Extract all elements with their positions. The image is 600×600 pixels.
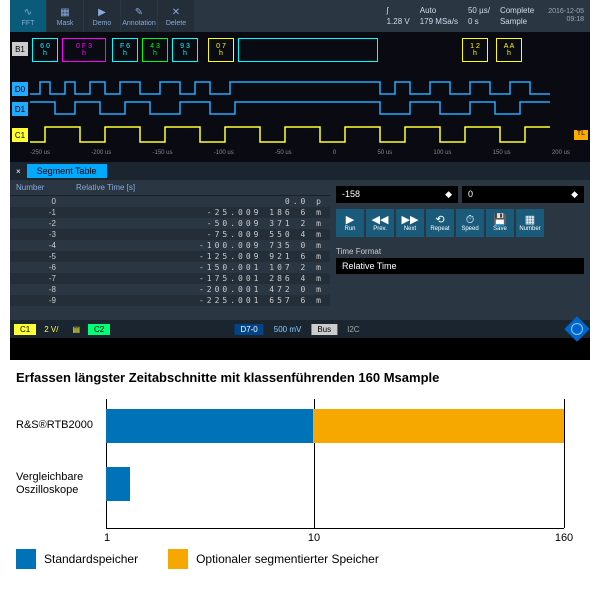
- bus-block: 0 F 3h: [62, 38, 106, 62]
- col-time: Relative Time [s]: [76, 183, 135, 192]
- run-button[interactable]: ▶Run: [336, 209, 364, 237]
- memory-chart: 1 10 160 R&S®RTB2000 Vergleichbare Oszil…: [106, 399, 564, 529]
- segment-close-button[interactable]: ×: [10, 165, 27, 178]
- time-format-label: Time Format: [336, 247, 584, 256]
- bar-label-rtb: R&S®RTB2000: [16, 419, 101, 432]
- chart-legend: Standardspeicher Optionaler segmentierte…: [0, 539, 600, 579]
- segment-header: × Segment Table: [10, 162, 590, 180]
- status-panel: ʃ Auto 50 µs/ Complete 1.28 V 179 MSa/s …: [379, 4, 543, 28]
- table-row[interactable]: -9-225.001 657 6 m: [10, 295, 330, 306]
- bus-block: A Ah: [496, 38, 522, 62]
- table-row[interactable]: -3-75.009 550 4 m: [10, 229, 330, 240]
- status-offset: 0 s: [468, 17, 490, 26]
- ch1-scale[interactable]: 2 V/: [38, 324, 64, 335]
- table-row[interactable]: -4-100.009 735 0 m: [10, 240, 330, 251]
- oscilloscope-screen: ∿FFT ▦Mask ▶Demo ✎Annotation ✕Delete ʃ A…: [10, 0, 590, 360]
- bus-decode-row: 6 0h0 F 3hF 6h4 3h9 3h 0 7h 1 2h A Ah: [30, 36, 570, 66]
- status-acq: Complete: [500, 6, 534, 15]
- status-timebase: 50 µs/: [468, 6, 490, 15]
- d0-label: D0: [12, 82, 28, 96]
- tick-10: 10: [308, 532, 320, 544]
- bus-block: 9 3h: [172, 38, 198, 62]
- fft-icon: ∿: [21, 6, 35, 20]
- bar-comparable: Vergleichbare Oszilloskope: [106, 467, 564, 501]
- ch2-badge[interactable]: C2: [88, 324, 110, 335]
- bus-block: F 6h: [112, 38, 138, 62]
- table-row[interactable]: -8-200.001 472 0 m: [10, 284, 330, 295]
- legend-swatch-orange: [168, 549, 188, 569]
- mask-button[interactable]: ▦Mask: [47, 0, 83, 32]
- segment-table[interactable]: NumberRelative Time [s] 00.0 p-1-25.009 …: [10, 180, 330, 320]
- number-button[interactable]: ▦Number: [516, 209, 544, 237]
- next-button[interactable]: ▶▶Next: [396, 209, 424, 237]
- diamond-icon: ◆: [571, 189, 578, 200]
- datetime-display: 2016-12-0509:18: [542, 6, 590, 27]
- tl-marker: TL: [574, 130, 588, 140]
- legend-segmented: Optionaler segmentierter Speicher: [168, 549, 379, 569]
- status-sample-mode: Sample: [500, 17, 534, 26]
- time-scale: -250 us-200 us-150 us-100 us-50 us050 us…: [30, 150, 570, 160]
- table-row[interactable]: -7-175.001 286 4 m: [10, 273, 330, 284]
- diamond-icon: ◆: [445, 189, 452, 200]
- delete-button[interactable]: ✕Delete: [158, 0, 194, 32]
- bus-block: 4 3h: [142, 38, 168, 62]
- d70-scale: 500 mV: [268, 324, 308, 335]
- status-mode: Auto: [420, 6, 458, 15]
- segment-tab[interactable]: Segment Table: [27, 164, 107, 178]
- delete-icon: ✕: [169, 6, 183, 20]
- legend-swatch-blue: [16, 549, 36, 569]
- bus-block: 0 7h: [208, 38, 234, 62]
- d1-label: D1: [12, 102, 28, 116]
- segment-index-input[interactable]: -158◆: [336, 186, 458, 203]
- speed-button[interactable]: ⏱Speed: [456, 209, 484, 237]
- bottom-bar: C1 2 V/ ▤ C2 D7-0 500 mV Bus I2C: [10, 320, 590, 338]
- save-button[interactable]: 💾Save: [486, 209, 514, 237]
- b1-label: B1: [12, 42, 28, 56]
- time-format-select[interactable]: Relative Time: [336, 258, 584, 274]
- status-coupling: ʃ: [387, 6, 410, 15]
- tick-1: 1: [104, 532, 110, 544]
- legend-standard: Standardspeicher: [16, 549, 138, 569]
- demo-icon: ▶: [95, 6, 109, 20]
- c1-label: C1: [12, 128, 28, 142]
- bus-badge[interactable]: Bus: [311, 324, 337, 335]
- table-row[interactable]: -6-150.001 107 2 m: [10, 262, 330, 273]
- bus-block: 6 0h: [32, 38, 58, 62]
- bus-block: 1 2h: [462, 38, 488, 62]
- repeat-button[interactable]: ⟲Repeat: [426, 209, 454, 237]
- status-trigger-level: 1.28 V: [387, 17, 410, 26]
- segment-controls: -158◆ 0◆ ▶Run◀◀Prev.▶▶Next⟲Repeat⏱Speed💾…: [330, 180, 590, 320]
- waveform-area[interactable]: B1 D0 D1 C1 TL 6 0h0 F 3hF 6h4 3h9 3h 0 7…: [10, 32, 590, 162]
- rs-logo-icon: [564, 316, 589, 341]
- annotation-button[interactable]: ✎Annotation: [121, 0, 157, 32]
- fft-button[interactable]: ∿FFT: [10, 0, 46, 32]
- mask-icon: ▦: [58, 6, 72, 20]
- table-row[interactable]: -1-25.009 186 6 m: [10, 207, 330, 218]
- top-toolbar: ∿FFT ▦Mask ▶Demo ✎Annotation ✕Delete ʃ A…: [10, 0, 590, 32]
- pencil-icon: ✎: [132, 6, 146, 20]
- tick-160: 160: [555, 532, 573, 544]
- ch1-badge[interactable]: C1: [14, 324, 36, 335]
- d70-badge[interactable]: D7-0: [234, 324, 263, 335]
- segment-ref-input[interactable]: 0◆: [462, 186, 584, 203]
- c1-waveform: [30, 124, 570, 146]
- table-row[interactable]: -5-125.009 921 6 m: [10, 251, 330, 262]
- bus-protocol: I2C: [341, 324, 365, 335]
- demo-button[interactable]: ▶Demo: [84, 0, 120, 32]
- segment-body: NumberRelative Time [s] 00.0 p-1-25.009 …: [10, 180, 590, 320]
- d0-waveform: [30, 80, 570, 98]
- chart-title: Erfassen längster Zeitabschnitte mit kla…: [16, 370, 584, 385]
- bar-rtb2000: R&S®RTB2000: [106, 409, 564, 443]
- bus-block: [238, 38, 378, 62]
- prev.-button[interactable]: ◀◀Prev.: [366, 209, 394, 237]
- table-row[interactable]: -2-50.009 371 2 m: [10, 218, 330, 229]
- status-sample-rate: 179 MSa/s: [420, 17, 458, 26]
- ch1-coupling-icon[interactable]: ▤: [66, 324, 86, 335]
- table-row[interactable]: 00.0 p: [10, 196, 330, 207]
- bar-label-comp: Vergleichbare Oszilloskope: [16, 471, 101, 497]
- chart-section: Erfassen längster Zeitabschnitte mit kla…: [0, 360, 600, 539]
- col-number: Number: [16, 183, 76, 192]
- d1-waveform: [30, 100, 570, 118]
